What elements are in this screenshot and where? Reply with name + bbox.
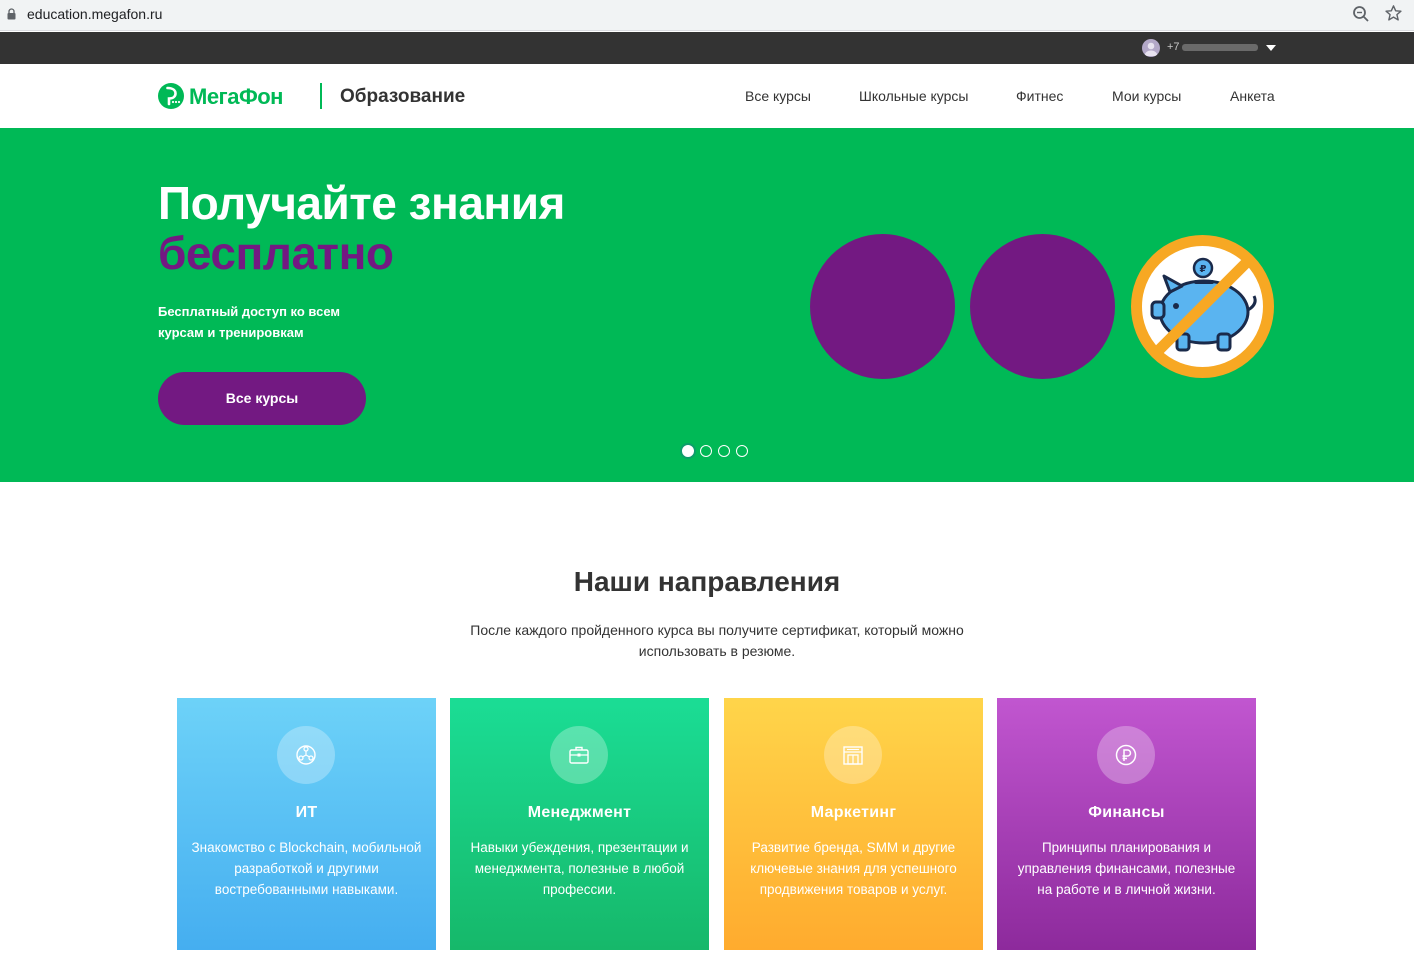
nav-fitness[interactable]: Фитнес	[1016, 88, 1063, 104]
ruble-icon	[1097, 726, 1155, 784]
briefcase-icon	[550, 726, 608, 784]
storefront-icon	[824, 726, 882, 784]
url-field[interactable]: education.megafon.ru	[27, 6, 162, 22]
card-title: Маркетинг	[810, 804, 897, 821]
hero-title: Получайте знания	[158, 177, 565, 229]
chevron-down-icon[interactable]	[1266, 45, 1276, 51]
carousel-dot-2[interactable]	[700, 445, 712, 457]
megafon-logo-icon[interactable]	[158, 83, 184, 109]
section-title: Наши направления	[573, 566, 841, 597]
brand-subtitle[interactable]: Образование	[340, 86, 465, 108]
brand-name[interactable]: МегаФон	[189, 84, 283, 110]
direction-card-it[interactable]: ИТ Знакомство с Blockchain, мобильной ра…	[177, 698, 436, 950]
card-description: Принципы планирования и управления финан…	[1017, 840, 1236, 897]
nav-my-courses[interactable]: Мои курсы	[1112, 88, 1181, 104]
hero-banner: Получайте знания бесплатно Бесплатный до…	[0, 128, 1414, 482]
carousel-dot-3[interactable]	[718, 445, 730, 457]
card-description: Навыки убеждения, презентации и менеджме…	[470, 840, 689, 897]
decorative-circle	[970, 234, 1115, 379]
site-header: МегаФон Образование Все курсы Школьные к…	[0, 64, 1414, 128]
all-courses-button[interactable]: Все курсы	[158, 372, 366, 425]
direction-card-management[interactable]: Менеджмент Навыки убеждения, презентации…	[450, 698, 709, 950]
logo-divider	[320, 83, 322, 109]
user-phone-prefix[interactable]: +7	[1167, 41, 1180, 53]
card-description: Развитие бренда, SMM и другие ключевые з…	[750, 840, 957, 897]
hero-description: Бесплатный доступ ко всем курсам и трени…	[158, 304, 340, 340]
nav-school-courses[interactable]: Школьные курсы	[859, 88, 969, 104]
user-bar: +7	[0, 32, 1414, 64]
user-icon	[1144, 42, 1158, 56]
bookmark-star-icon[interactable]	[1384, 4, 1403, 23]
lock-icon	[7, 8, 16, 20]
carousel-dot-1[interactable]	[682, 445, 694, 457]
direction-card-finance[interactable]: Финансы Принципы планирования и управлен…	[997, 698, 1256, 950]
svg-text:₽: ₽	[1200, 264, 1207, 275]
decorative-circle	[810, 234, 955, 379]
carousel-dot-4[interactable]	[736, 445, 748, 457]
blockchain-icon	[277, 726, 335, 784]
card-title: ИТ	[295, 804, 318, 821]
no-piggy-bank-icon: ₽	[1131, 235, 1274, 378]
zoom-icon[interactable]	[1352, 5, 1370, 23]
browser-address-bar: education.megafon.ru	[0, 0, 1414, 31]
card-title: Менеджмент	[527, 804, 632, 821]
nav-all-courses[interactable]: Все курсы	[745, 88, 811, 104]
direction-card-marketing[interactable]: Маркетинг Развитие бренда, SMM и другие …	[724, 698, 983, 950]
card-description: Знакомство с Blockchain, мобильной разра…	[191, 840, 422, 897]
masked-phone-number	[1182, 44, 1258, 51]
section-subtitle: После каждого пройденного курса вы получ…	[470, 622, 964, 659]
nav-survey[interactable]: Анкета	[1230, 88, 1275, 104]
avatar[interactable]	[1142, 39, 1160, 57]
hero-title-accent: бесплатно	[158, 227, 394, 279]
card-title: Финансы	[1088, 804, 1165, 821]
